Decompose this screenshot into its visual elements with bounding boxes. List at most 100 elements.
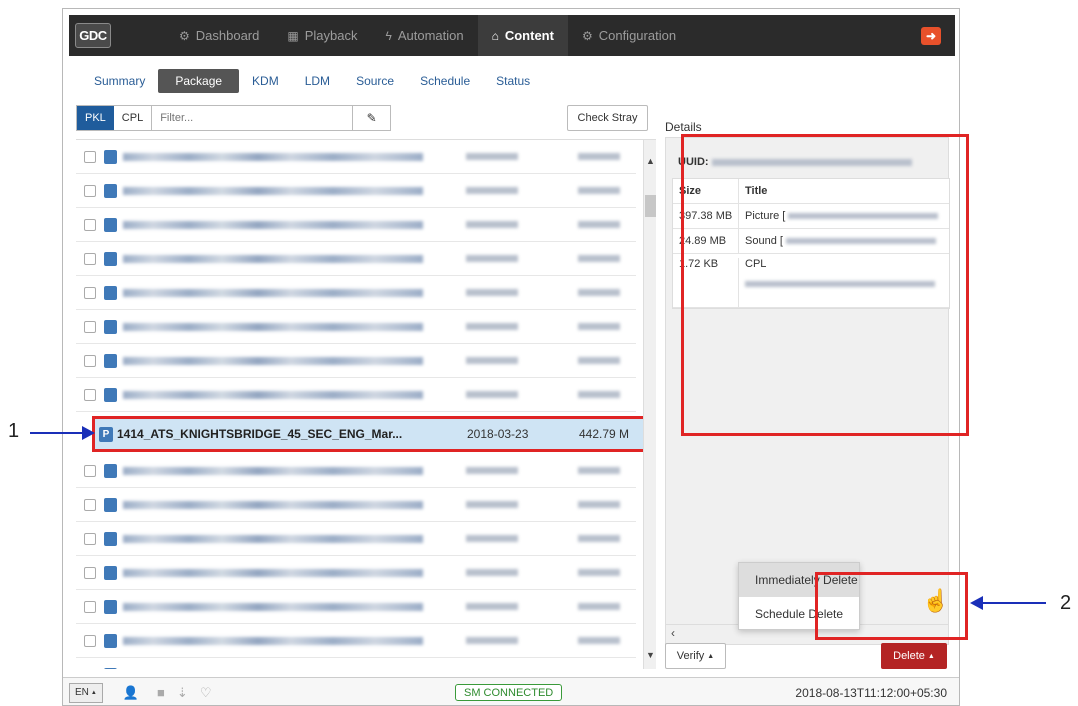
pkl-badge-icon (104, 599, 117, 614)
row-checkbox[interactable] (84, 320, 96, 333)
dashboard-icon: ⚙ (179, 28, 190, 43)
list-item[interactable] (76, 488, 636, 522)
cpl-toggle-button[interactable]: CPL (113, 106, 152, 130)
language-select[interactable]: EN ▲ (69, 682, 103, 703)
pkl-badge-icon (104, 387, 117, 402)
verify-button[interactable]: Verify ▲ (665, 643, 726, 669)
blurred-date (466, 501, 518, 508)
tab-source[interactable]: Source (343, 69, 407, 93)
row-checkbox[interactable] (84, 218, 96, 231)
scroll-down-icon[interactable]: ▼ (646, 650, 655, 660)
list-item[interactable] (76, 454, 636, 488)
nav-configuration-label: Configuration (598, 28, 677, 43)
scroll-left-icon[interactable]: ‹ (671, 626, 675, 640)
delete-button[interactable]: Delete ▲ (881, 643, 947, 669)
row-checkbox[interactable] (84, 354, 96, 367)
row-checkbox[interactable] (84, 498, 96, 511)
pkl-badge-icon (104, 497, 117, 512)
pkl-badge-icon (104, 319, 117, 334)
tab-schedule[interactable]: Schedule (407, 69, 483, 93)
blurred-date (466, 323, 518, 330)
pkl-toggle-button[interactable]: PKL (77, 106, 114, 130)
pkl-badge-icon (104, 353, 117, 368)
row-checkbox[interactable] (84, 150, 96, 163)
row-checkbox[interactable] (84, 600, 96, 613)
status-bar: EN ▲ 👤 ■ ⇣ ♡ SM CONNECTED 2018-08-13T11:… (63, 677, 959, 705)
list-item[interactable] (76, 242, 636, 276)
nav-configuration[interactable]: ⚙ Configuration (568, 15, 690, 56)
pkl-badge-icon (104, 633, 117, 648)
blurred-date (466, 221, 518, 228)
blurred-name (123, 254, 423, 263)
navbar: GDC ⚙ Dashboard ▦ Playback ϟ Automation … (69, 15, 955, 56)
list-item[interactable] (76, 276, 636, 310)
blurred-size (578, 535, 620, 542)
blurred-size (578, 391, 620, 398)
filter-input[interactable] (152, 105, 354, 131)
clear-filter-icon[interactable]: ✎ (353, 105, 392, 131)
blurred-size (578, 637, 620, 644)
list-item[interactable] (76, 590, 636, 624)
sub-tabs: Summary Package KDM LDM Source Schedule … (81, 69, 543, 93)
row-checkbox[interactable] (84, 286, 96, 299)
blurred-date (466, 391, 518, 398)
pkl-badge-icon: P (99, 426, 113, 442)
user-icon[interactable]: 👤 (123, 685, 139, 701)
row-checkbox[interactable] (84, 668, 96, 669)
package-size: 442.79 M (579, 427, 630, 441)
list-item[interactable] (76, 556, 636, 590)
tab-package[interactable]: Package (158, 69, 240, 93)
nav-content[interactable]: ⌂ Content (477, 15, 568, 56)
caret-up-icon: ▲ (90, 689, 97, 696)
blurred-date (466, 569, 518, 576)
tab-summary[interactable]: Summary (81, 69, 158, 93)
list-item[interactable] (76, 310, 636, 344)
logout-icon[interactable]: ➜ (921, 26, 941, 45)
pkl-badge-icon (104, 149, 117, 164)
pkl-badge-icon (104, 251, 117, 266)
language-label: EN (75, 687, 89, 698)
arrow-left-icon (970, 596, 983, 610)
tab-status[interactable]: Status (483, 69, 543, 93)
row-checkbox[interactable] (84, 566, 96, 579)
health-icon: ♡ (199, 684, 212, 700)
list-item[interactable] (76, 208, 636, 242)
list-scrollbar[interactable]: ▲ ▼ (643, 140, 656, 669)
blurred-size (578, 501, 620, 508)
selected-package-row[interactable]: P 1414_ATS_KNIGHTSBRIDGE_45_SEC_ENG_Mar.… (92, 416, 652, 452)
gears-icon: ⚙ (581, 28, 593, 43)
blurred-size (578, 255, 620, 262)
list-item[interactable] (76, 344, 636, 378)
tab-ldm[interactable]: LDM (292, 69, 343, 93)
nav-dashboard[interactable]: ⚙ Dashboard (165, 15, 273, 56)
list-item[interactable] (76, 140, 636, 174)
blurred-size (578, 467, 620, 474)
film-icon: ▦ (287, 28, 299, 43)
row-checkbox[interactable] (84, 184, 96, 197)
list-item[interactable] (76, 522, 636, 556)
list-item[interactable] (76, 658, 636, 669)
pkl-badge-icon (104, 463, 117, 478)
nav-content-label: Content (504, 28, 554, 43)
nav-automation[interactable]: ϟ Automation (371, 15, 477, 56)
filter-bar: PKL CPL ✎ (76, 105, 392, 131)
row-checkbox[interactable] (84, 532, 96, 545)
nav-playback[interactable]: ▦ Playback (273, 15, 371, 56)
blurred-size (578, 221, 620, 228)
list-item[interactable] (76, 624, 636, 658)
list-item[interactable] (76, 378, 636, 412)
type-toggle: PKL CPL (76, 105, 153, 131)
blurred-name (123, 568, 423, 577)
list-item[interactable] (76, 174, 636, 208)
callout-2: 2 (1060, 592, 1072, 614)
tab-kdm[interactable]: KDM (239, 69, 292, 93)
row-checkbox[interactable] (84, 634, 96, 647)
scroll-up-icon[interactable]: ▲ (646, 156, 655, 166)
row-checkbox[interactable] (84, 464, 96, 477)
scroll-thumb[interactable] (645, 195, 656, 217)
row-checkbox[interactable] (84, 252, 96, 265)
row-checkbox[interactable] (84, 388, 96, 401)
check-stray-button[interactable]: Check Stray (567, 105, 648, 131)
blurred-date (466, 255, 518, 262)
blurred-name (123, 322, 423, 331)
